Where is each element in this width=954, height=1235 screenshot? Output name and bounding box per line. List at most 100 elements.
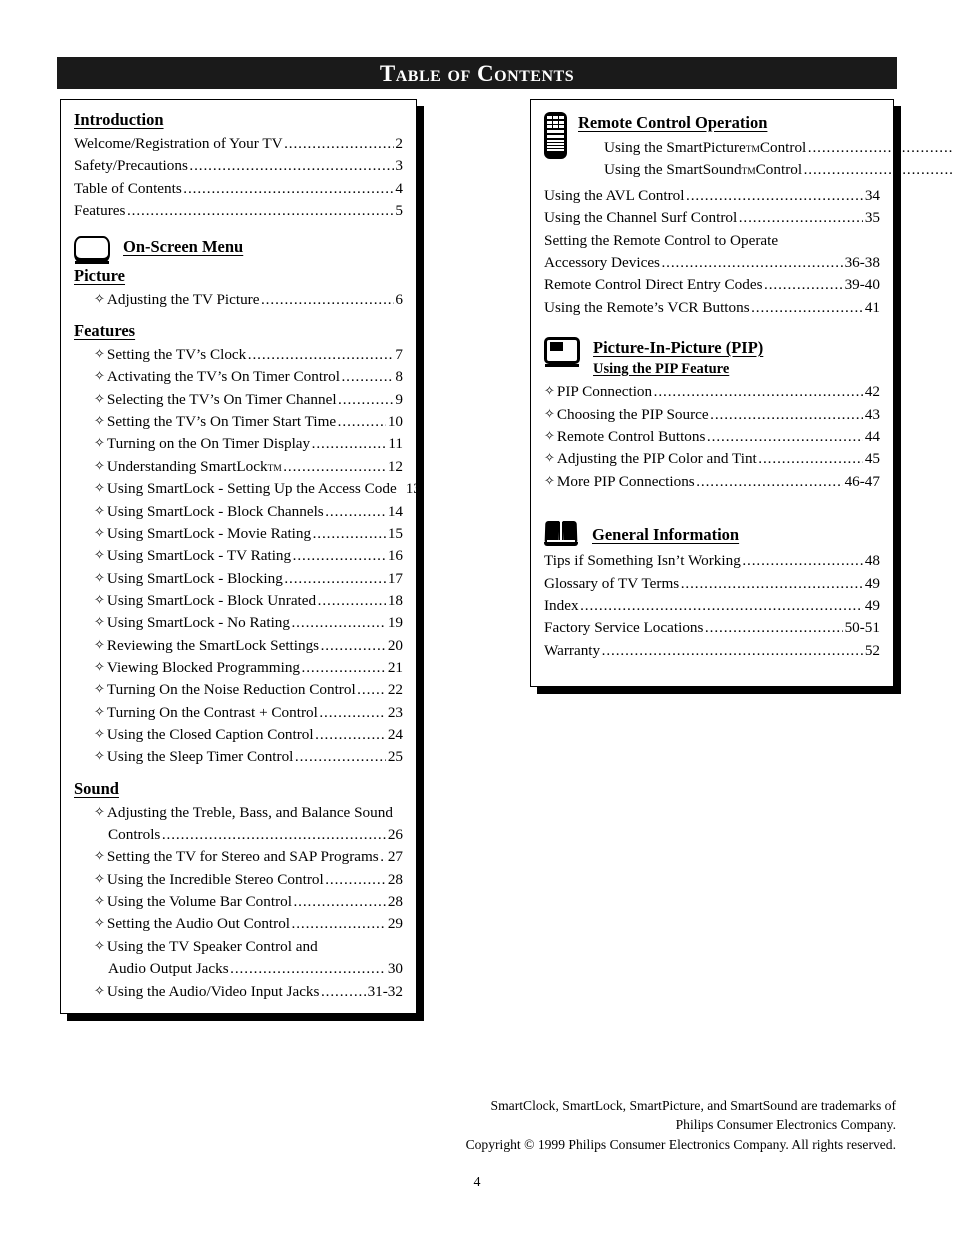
toc-entry-title: Setting the TV for Stereo and SAP Progra… [106, 848, 379, 866]
toc-entry[interactable]: ✧ Using the Volume Bar Control .........… [74, 891, 403, 913]
toc-entry[interactable]: ✧ Using SmartLock - Setting Up the Acces… [74, 478, 421, 500]
toc-entry[interactable]: ✧ Reviewing the SmartLock Settings .....… [74, 635, 403, 657]
dot-leader: ........................................… [751, 298, 863, 316]
toc-entry-page: 30 [387, 960, 403, 978]
toc-entry[interactable]: Using the Remote’s VCR Buttons .........… [544, 297, 880, 319]
diamond-bullet-icon: ✧ [94, 457, 105, 473]
toc-entry-page: 45 [864, 450, 880, 468]
section-subheading: Using the PIP Feature [593, 361, 730, 377]
dot-leader: ........................................… [653, 383, 864, 401]
toc-entry-title: Turning On the Noise Reduction Control [106, 681, 356, 699]
toc-entry[interactable]: ✧ Using SmartLock - Blocking ...........… [74, 568, 403, 590]
toc-entry[interactable]: Safety/Precautions .....................… [74, 155, 403, 177]
toc-entry[interactable]: Setting the Remote Control to Operate Ac… [544, 230, 880, 275]
diamond-bullet-icon: ✧ [94, 390, 105, 406]
toc-entry[interactable]: ✧ Choosing the PIP Source ..............… [544, 404, 880, 426]
toc-entry[interactable]: Table of Contents ......................… [74, 178, 403, 200]
toc-entry-page: 42 [864, 383, 880, 401]
remote-control-icon [544, 112, 567, 159]
toc-entry[interactable]: ✧ Using SmartLock - Block Unrated ......… [74, 590, 403, 612]
toc-entry-title: Turning On the Contrast + Control [106, 703, 318, 721]
toc-entry-title: Using the Incredible Stereo Control [106, 870, 324, 888]
book-left-page [544, 521, 560, 543]
diamond-bullet-icon: ✧ [94, 703, 105, 719]
toc-entry[interactable]: ✧ Adjusting the PIP Color and Tint .....… [544, 448, 880, 470]
book-right-page [562, 521, 578, 543]
toc-entry-page: 4 [395, 179, 403, 197]
toc-entry[interactable]: ✧ Using SmartLock - No Rating ..........… [74, 612, 403, 634]
dot-leader: ........................................… [738, 209, 864, 227]
toc-entry[interactable]: ✧ Using SmartLock - Block Channels .....… [74, 501, 403, 523]
dot-leader: ........................................… [803, 161, 954, 179]
toc-entry[interactable]: Glossary of TV Terms ...................… [544, 573, 880, 595]
toc-entry-title: Using the Sleep Timer Control [106, 748, 294, 766]
toc-entry[interactable]: Welcome/Registration of Your TV ........… [74, 133, 403, 155]
toc-entry[interactable]: ✧ Turning On the Contrast + Control ....… [74, 702, 403, 724]
dot-leader: ........................................… [807, 139, 954, 157]
toc-entry[interactable]: ✧ Setting the Audio Out Control ........… [74, 913, 403, 935]
toc-entry[interactable]: ✧ Selecting the TV’s On Timer Channel ..… [74, 389, 403, 411]
toc-entry[interactable]: ✧ Using SmartLock - Movie Rating .......… [74, 523, 403, 545]
toc-entry[interactable]: ✧ More PIP Connections .................… [544, 471, 880, 493]
toc-entry[interactable]: Using the AVL Control ..................… [544, 185, 880, 207]
dot-leader: ........................................… [161, 826, 386, 844]
diamond-bullet-icon: ✧ [94, 915, 105, 931]
toc-entry-page: 19 [387, 614, 403, 632]
toc-entry-title: More PIP Connections [556, 472, 695, 490]
diamond-bullet-icon: ✧ [544, 428, 555, 444]
dot-leader: ........................................… [742, 552, 864, 570]
dot-leader: ........................................… [337, 413, 387, 431]
toc-entry-title: Index [544, 596, 579, 614]
right-contents-inner: Remote Control Operation Using the Smart… [531, 100, 954, 670]
toc-entry-page: 27 [387, 848, 403, 866]
toc-entry[interactable]: ✧ Using the Audio/Video Input Jacks ....… [74, 981, 403, 1003]
toc-entry[interactable]: ✧ Turning on the On Timer Display ......… [74, 433, 403, 455]
toc-entry-page: 28 [387, 870, 403, 888]
diamond-bullet-icon: ✧ [94, 748, 105, 764]
toc-entry[interactable]: ✧ Adjusting the Treble, Bass, and Balanc… [74, 802, 403, 847]
toc-entry-page: 29 [387, 915, 403, 933]
toc-entry[interactable]: Factory Service Locations ..............… [544, 617, 880, 639]
toc-entry-page: 49 [864, 596, 880, 614]
toc-entry[interactable]: Using the SmartSound TM Control .........… [578, 159, 954, 181]
toc-entry[interactable]: ✧ Using the Sleep Timer Control ........… [74, 746, 403, 768]
dot-leader: ........................................… [292, 547, 387, 565]
dot-leader: ........................................… [283, 457, 387, 475]
toc-entry-title: Using the Audio/Video Input Jacks [106, 982, 320, 1000]
toc-entry-title: Table of Contents [74, 179, 182, 197]
dot-leader: ........................................… [247, 346, 394, 364]
toc-entry[interactable]: Warranty ...............................… [544, 640, 880, 662]
toc-entry[interactable]: ✧ Using the TV Speaker Control and Audio… [74, 936, 403, 981]
toc-entry-title: PIP Connection [556, 383, 653, 401]
toc-entry[interactable]: ✧ Using SmartLock - TV Rating ..........… [74, 545, 403, 567]
toc-entry[interactable]: ✧ PIP Connection .......................… [544, 381, 880, 403]
toc-entry[interactable]: ✧ Viewing Blocked Programming ..........… [74, 657, 403, 679]
section-remote-control-header: Remote Control Operation Using the Smart… [544, 112, 954, 182]
toc-entry[interactable]: ✧ Turning On the Noise Reduction Control… [74, 679, 403, 701]
diamond-bullet-icon: ✧ [94, 982, 105, 998]
toc-entry[interactable]: Index ..................................… [544, 595, 880, 617]
toc-entry[interactable]: ✧ Setting the TV’s On Timer Start Time .… [74, 411, 403, 433]
toc-entry[interactable]: Tips if Something Isn’t Working ........… [544, 550, 880, 572]
toc-entry-page: 44 [864, 428, 880, 446]
toc-entry[interactable]: ✧ Using the Closed Caption Control .....… [74, 724, 403, 746]
toc-entry[interactable]: ✧ Understanding SmartLock TM ............… [74, 456, 403, 478]
section-heading: Introduction [74, 110, 164, 129]
toc-entry[interactable]: Using the Channel Surf Control .........… [544, 207, 880, 229]
toc-entry-page: 52 [864, 641, 880, 659]
toc-entry[interactable]: ✧ Using the Incredible Stereo Control ..… [74, 869, 403, 891]
dot-leader: ........................................… [284, 135, 394, 153]
toc-entry[interactable]: Using the SmartPicture TM Control .......… [578, 137, 954, 159]
toc-entry[interactable]: ✧ Adjusting the TV Picture .............… [74, 289, 403, 311]
toc-entry[interactable]: ✧ Remote Control Buttons ...............… [544, 426, 880, 448]
toc-entry[interactable]: ✧ Setting the TV’s Clock ...............… [74, 344, 403, 366]
dot-leader: ........................................… [319, 703, 386, 721]
toc-entry-page: 5 [395, 202, 403, 220]
toc-entry[interactable]: ✧ Activating the TV’s On Timer Control .… [74, 366, 403, 388]
toc-entry[interactable]: Remote Control Direct Entry Codes ......… [544, 274, 880, 296]
toc-entry-page: 46-47 [844, 472, 880, 490]
diamond-bullet-icon: ✧ [544, 450, 555, 466]
left-contents-inner: Introduction Welcome/Registration of You… [61, 100, 421, 1011]
toc-entry[interactable]: ✧ Setting the TV for Stereo and SAP Prog… [74, 846, 403, 868]
toc-entry[interactable]: Features ...............................… [74, 200, 403, 222]
